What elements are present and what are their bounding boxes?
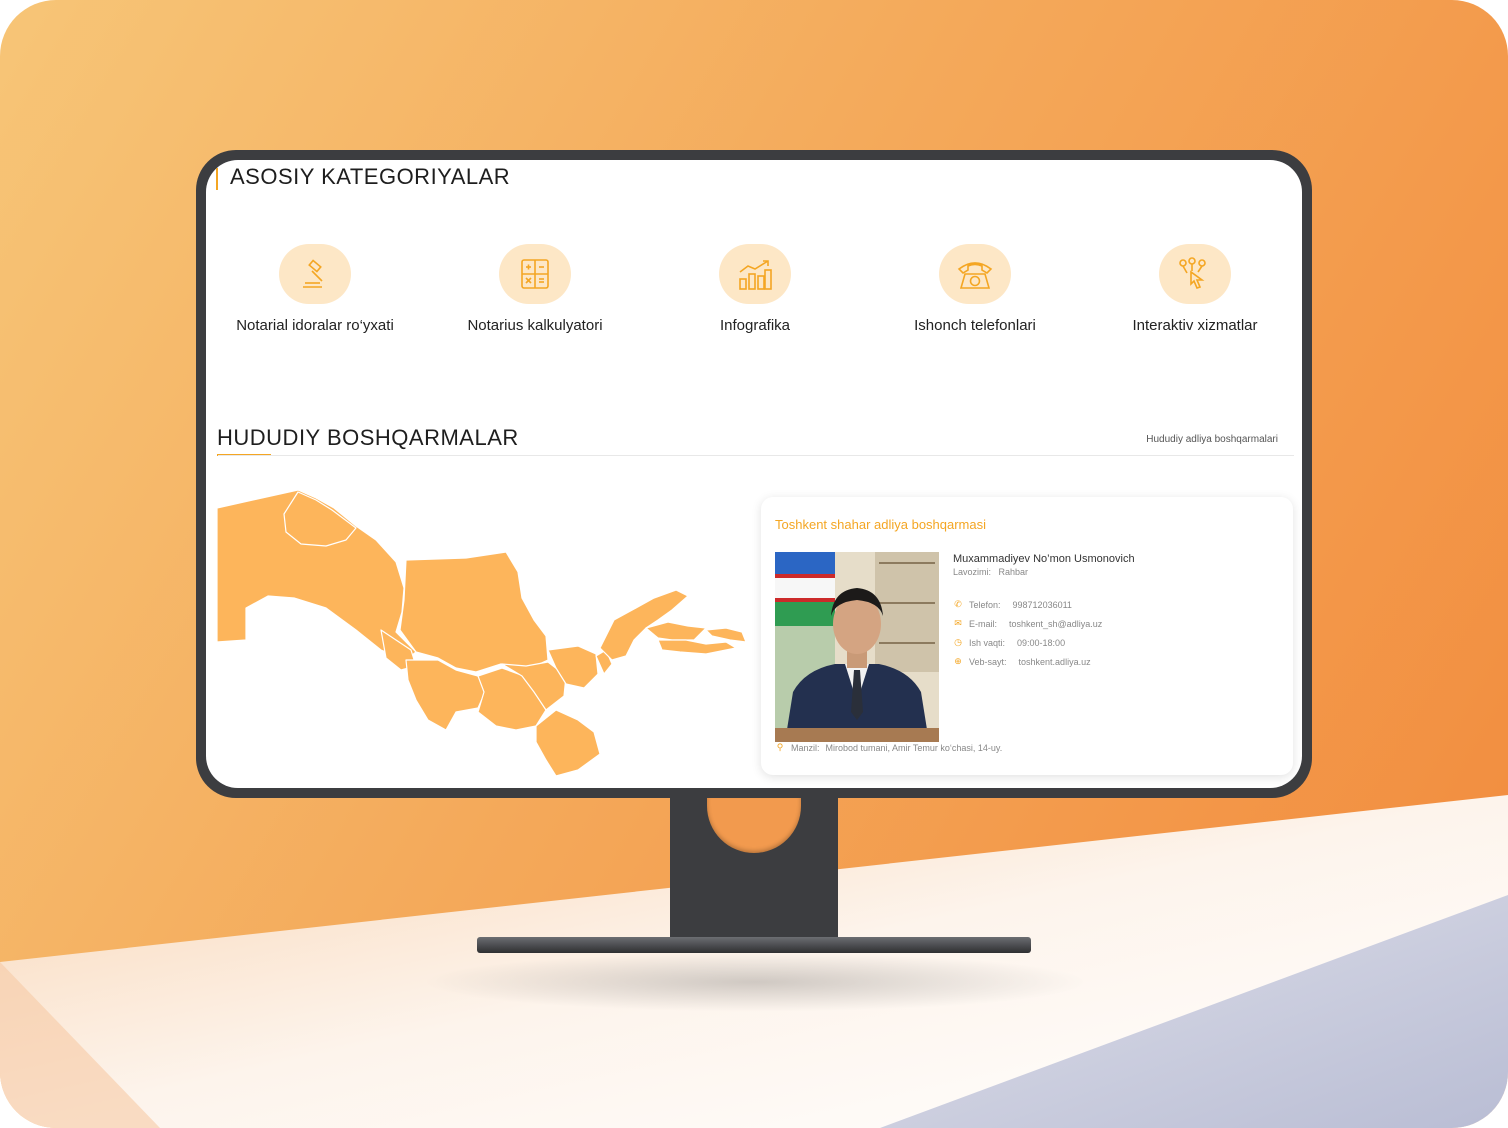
screen: ASOSIY KATEGORIYALAR Notarial idoralar r… xyxy=(206,160,1302,788)
phone-row: ✆ Telefon: 998712036011 xyxy=(954,599,1072,610)
uzbekistan-map[interactable] xyxy=(206,480,766,780)
map-region-fergana xyxy=(657,639,737,655)
regions-title: HUDUDIY BOSHQARMALAR xyxy=(217,425,519,450)
category-label: Ishonch telefonlari xyxy=(914,317,1036,334)
email-icon: ✉ xyxy=(954,618,962,628)
clock-icon: ◷ xyxy=(954,637,962,647)
map-region-navoi xyxy=(399,551,549,673)
address-value: Mirobod tumani, Amir Temur ko‘chasi, 14-… xyxy=(825,742,1003,753)
category-label: Infografika xyxy=(719,317,791,334)
globe-icon: ⊕ xyxy=(954,656,962,666)
phone-icon: ✆ xyxy=(954,599,962,609)
category-trust-phones[interactable]: Ishonch telefonlari xyxy=(865,244,1085,335)
email-value[interactable]: toshkent_sh@adliya.uz xyxy=(1009,619,1102,629)
regions-divider xyxy=(218,455,1294,456)
monitor-base xyxy=(477,937,1031,953)
hours-row: ◷ Ish vaqti: 09:00-18:00 xyxy=(954,637,1066,648)
stand-shadow xyxy=(420,952,1090,1012)
official-info: Muxammadiyev No’mon Usmonovich Lavozimi:… xyxy=(953,553,1135,671)
phone-icon xyxy=(939,244,1011,304)
touch-icon xyxy=(1159,244,1231,304)
category-label: Notarial idoralar ro‘yxati xyxy=(236,317,394,334)
official-name: Muxammadiyev No’mon Usmonovich xyxy=(953,553,1135,565)
gavel-icon xyxy=(279,244,351,304)
category-interactive-services[interactable]: Interaktiv xizmatlar xyxy=(1085,244,1302,335)
category-label: Notarius kalkulyatori xyxy=(467,317,603,334)
map-region-namangan xyxy=(645,621,707,641)
website-value[interactable]: toshkent.adliya.uz xyxy=(1019,657,1091,667)
chart-icon xyxy=(719,244,791,304)
category-infographics[interactable]: Infografika xyxy=(645,244,865,335)
map-region-andijan xyxy=(705,627,747,643)
categories-title-mark xyxy=(216,168,218,190)
hours-value: 09:00-18:00 xyxy=(1017,637,1066,648)
official-photo xyxy=(775,552,939,742)
regions-link[interactable]: Hududiy adliya boshqarmalari xyxy=(1146,434,1278,445)
official-position: Lavozimi: Rahbar xyxy=(953,567,1029,577)
phone-value[interactable]: 998712036011 xyxy=(1013,600,1072,610)
website-row: ⊕ Veb-sayt: toshkent.adliya.uz xyxy=(954,656,1091,667)
map-region-surkhandarya xyxy=(535,709,601,777)
location-pin-icon: ⚲ xyxy=(776,742,784,752)
office-card: Toshkent shahar adliya boshqarmasi Muxam… xyxy=(761,497,1293,775)
category-notary-calculator[interactable]: Notarius kalkulyatori xyxy=(425,244,645,335)
calculator-icon xyxy=(499,244,571,304)
category-notarial-offices[interactable]: Notarial idoralar ro‘yxati xyxy=(206,244,425,335)
categories-title: ASOSIY KATEGORIYALAR xyxy=(230,164,511,189)
email-row: ✉ E-mail: toshkent_sh@adliya.uz xyxy=(954,618,1103,629)
office-title: Toshkent shahar adliya boshqarmasi xyxy=(775,517,987,532)
category-label: Interaktiv xizmatlar xyxy=(1132,317,1258,334)
address-row: ⚲ Manzil: Mirobod tumani, Amir Temur ko‘… xyxy=(776,742,1003,753)
